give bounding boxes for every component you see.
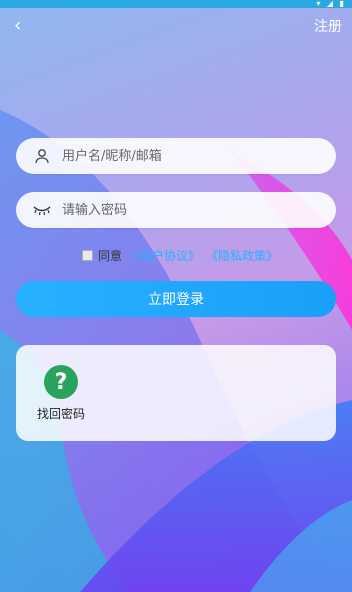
agreement-row: 同意 《用户协议》 《隐私政策》 bbox=[82, 247, 284, 264]
login-button[interactable]: 立即登录 bbox=[16, 281, 336, 317]
username-field[interactable] bbox=[16, 138, 336, 174]
register-link[interactable]: 注册 bbox=[314, 16, 342, 36]
question-icon[interactable]: ? bbox=[44, 365, 78, 399]
password-field[interactable] bbox=[16, 192, 336, 228]
username-input[interactable] bbox=[60, 147, 304, 165]
password-input[interactable] bbox=[60, 201, 304, 219]
extras-panel: ? 找回密码 bbox=[16, 345, 336, 441]
agree-label: 同意 bbox=[98, 249, 123, 263]
status-icons: ▾ ◢ ▮ bbox=[316, 0, 346, 8]
user-icon bbox=[30, 144, 54, 168]
user-agreement-link[interactable]: 《用户协议》 bbox=[128, 247, 200, 264]
recover-password-label[interactable]: 找回密码 bbox=[37, 405, 85, 422]
chevron-left-icon: ‹ bbox=[14, 15, 22, 36]
status-bar: ▾ ◢ ▮ bbox=[0, 0, 352, 8]
eye-closed-icon[interactable] bbox=[30, 198, 54, 222]
privacy-policy-link[interactable]: 《隐私政策》 bbox=[206, 247, 278, 264]
agree-checkbox[interactable] bbox=[82, 250, 93, 261]
back-button[interactable]: ‹ bbox=[14, 16, 34, 36]
